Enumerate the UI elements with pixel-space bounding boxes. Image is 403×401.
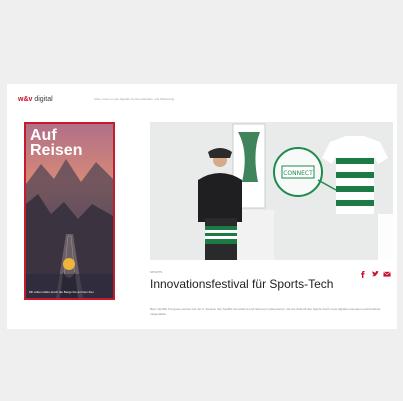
twitter-icon[interactable] bbox=[371, 265, 379, 277]
mail-icon[interactable] bbox=[383, 265, 391, 277]
site-tagline: Alles rund um die digitale Kommunikation… bbox=[94, 97, 175, 101]
article-kicker: SPORTS bbox=[150, 270, 163, 274]
article-teaser: Beim SpoBis Kongress werden bei der 2. S… bbox=[150, 307, 381, 316]
brand-name: w&v bbox=[18, 96, 33, 103]
page: w&v digital Alles rund um die digitale K… bbox=[7, 84, 397, 329]
ad-banner[interactable]: Auf Reisen Mit vollem Akku durch die Ber… bbox=[24, 122, 115, 300]
ad-title: Auf Reisen bbox=[30, 127, 83, 159]
facebook-icon[interactable] bbox=[359, 265, 367, 278]
site-header: w&v digital Alles rund um die digitale K… bbox=[18, 94, 388, 108]
ad-caption: Mit vollem Akku durch die Berge bis an D… bbox=[29, 290, 94, 294]
hero-image[interactable]: CONNECT bbox=[150, 122, 393, 260]
hero-photo: CONNECT bbox=[150, 122, 393, 260]
hero-shirt-text: CONNECT bbox=[283, 170, 313, 177]
site-logo[interactable]: w&v digital bbox=[18, 95, 53, 105]
article-headline[interactable]: Innovationsfestival für Sports-Tech bbox=[150, 277, 333, 291]
brand-suffix: digital bbox=[34, 96, 53, 103]
